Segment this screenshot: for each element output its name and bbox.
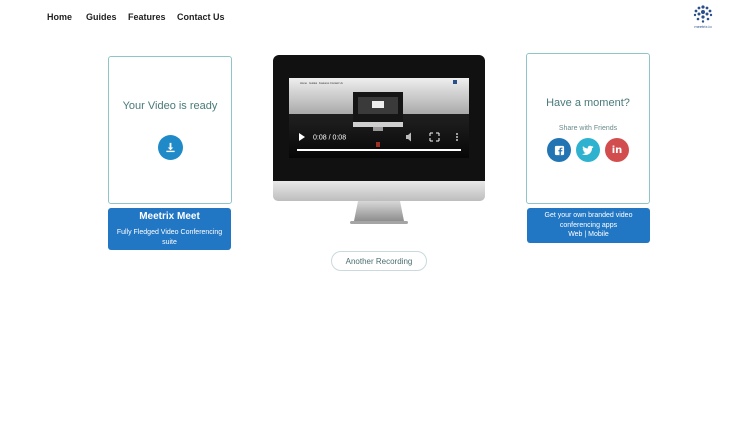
- nav-home-link[interactable]: Home: [47, 12, 72, 22]
- mini-nav-features: Features: [319, 81, 330, 85]
- video-ready-card: Your Video is ready: [108, 56, 232, 204]
- twitter-share-button[interactable]: [576, 138, 600, 162]
- branded-apps-line2: Web | Mobile: [568, 231, 609, 238]
- logo-text: meetrix.io: [694, 24, 712, 29]
- share-label: Share with Friends: [558, 125, 618, 132]
- mini-nav-contact: Contact Us: [330, 81, 344, 85]
- logo-mark-icon: [693, 5, 713, 23]
- download-button[interactable]: [158, 135, 183, 160]
- meetrix-logo[interactable]: meetrix.io: [690, 4, 716, 30]
- linkedin-icon: in: [611, 144, 623, 156]
- share-card-title: Have a moment?: [546, 97, 630, 109]
- facebook-share-button[interactable]: [547, 138, 571, 162]
- twitter-icon: [582, 145, 594, 155]
- video-player[interactable]: Home Guides Features Contact Us 0:08 / 0…: [289, 78, 469, 158]
- another-recording-button[interactable]: Another Recording: [331, 251, 427, 271]
- more-options-icon[interactable]: [456, 133, 458, 135]
- video-ready-title: Your Video is ready: [122, 100, 218, 112]
- promo-title: Meetrix Meet: [139, 211, 200, 222]
- mini-logo-icon: [453, 80, 457, 84]
- video-time: 0:08 / 0:08: [313, 135, 346, 142]
- branded-apps-line1: Get your own branded video conferencing …: [544, 212, 633, 229]
- facebook-icon: [554, 145, 564, 155]
- promo-subtitle: Fully Fledged Video Conferencing suite: [116, 229, 223, 246]
- top-nav: Home Guides Features Contact Us meetrix.…: [0, 0, 750, 34]
- nav-guides-link[interactable]: Guides: [86, 12, 117, 22]
- progress-fill: [297, 149, 461, 151]
- nav-contact-link[interactable]: Contact Us: [177, 12, 225, 22]
- meetrix-meet-promo[interactable]: Meetrix Meet Fully Fledged Video Confere…: [108, 208, 231, 250]
- monitor-chin: [273, 181, 485, 201]
- record-indicator: [376, 142, 380, 147]
- linkedin-share-button[interactable]: in: [605, 138, 629, 162]
- download-icon: [166, 142, 175, 153]
- mini-nav-guides: Guides: [309, 81, 318, 85]
- mini-nav-home: Home: [300, 81, 307, 85]
- share-card: Have a moment? Share with Friends in: [526, 53, 650, 204]
- branded-apps-text: Get your own branded video conferencing …: [533, 211, 644, 240]
- branded-apps-promo[interactable]: Get your own branded video conferencing …: [527, 208, 650, 243]
- monitor-stand: [350, 201, 408, 224]
- nav-features-link[interactable]: Features: [128, 12, 166, 22]
